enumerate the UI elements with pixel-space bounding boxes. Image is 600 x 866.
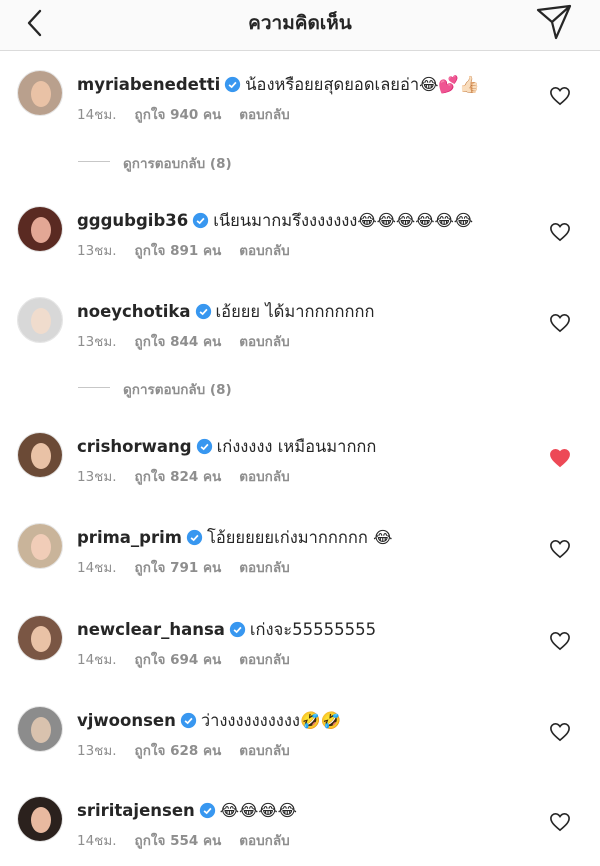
comment-item: gggubgib36 เนียนมากมรึงงงงงงง😂😂😂😂😂😂 13ชม.… xyxy=(0,206,600,276)
verified-badge-icon xyxy=(199,802,215,819)
comment-text: โอ้ยยยยยเก่งมากกกกก 😂 xyxy=(206,528,393,547)
comment-text: เอ้ยยย ได้มากกกกกกก xyxy=(215,302,375,321)
like-heart-icon[interactable] xyxy=(549,812,571,832)
like-heart-icon[interactable] xyxy=(549,222,571,242)
comment-text: น้องหรือยยสุดยอดเลยอ่า😂💕👍🏻 xyxy=(245,75,480,94)
reply-button[interactable]: ตอบกลับ xyxy=(239,334,289,350)
comment-username[interactable]: sriritajensen xyxy=(77,801,195,820)
comment-time: 14ชม. xyxy=(77,560,117,576)
comment-time: 14ชม. xyxy=(77,833,117,849)
like-heart-icon[interactable] xyxy=(549,313,571,333)
reply-button[interactable]: ตอบกลับ xyxy=(239,833,289,849)
comment-likes[interactable]: ถูกใจ 791 คน xyxy=(135,560,222,576)
comment-item: prima_prim โอ้ยยยยยเก่งมากกกกก 😂 14ชม. ถูก… xyxy=(0,523,600,593)
send-direct-icon[interactable] xyxy=(534,2,574,42)
comment-username[interactable]: vjwoonsen xyxy=(77,711,176,730)
avatar[interactable] xyxy=(17,796,63,842)
view-replies-label: ดูการตอบกลับ (8) xyxy=(123,382,232,398)
comment-item: myriabenedetti น้องหรือยยสุดยอดเลยอ่า😂💕👍🏻… xyxy=(0,70,600,140)
verified-badge-icon xyxy=(195,303,211,320)
verified-badge-icon xyxy=(180,712,196,729)
reply-button[interactable]: ตอบกลับ xyxy=(239,652,289,668)
reply-button[interactable]: ตอบกลับ xyxy=(239,107,289,123)
replies-divider xyxy=(78,161,110,162)
page-title: ความคิดเห็น xyxy=(248,12,352,34)
like-heart-icon[interactable] xyxy=(549,631,571,651)
avatar[interactable] xyxy=(17,297,63,343)
comment-item: newclear_hansa เก่งจะ55555555 14ชม. ถูกใจ … xyxy=(0,615,600,685)
comment-time: 13ชม. xyxy=(77,243,117,259)
comment-item: crishorwang เก่งงงงง เหมือนมากกก 13ชม. ถูก… xyxy=(0,432,600,502)
view-replies-button[interactable]: ดูการตอบกลับ (8) xyxy=(78,152,378,172)
comment-text: 😂😂😂😂 xyxy=(219,801,297,820)
comment-username[interactable]: crishorwang xyxy=(77,437,192,456)
comment-likes[interactable]: ถูกใจ 554 คน xyxy=(135,833,222,849)
avatar[interactable] xyxy=(17,706,63,752)
comment-likes[interactable]: ถูกใจ 844 คน xyxy=(135,334,222,350)
comment-text: เก่งจะ55555555 xyxy=(249,620,377,639)
verified-badge-icon xyxy=(196,438,212,455)
reply-button[interactable]: ตอบกลับ xyxy=(239,469,289,485)
comment-time: 13ชม. xyxy=(77,334,117,350)
comment-likes[interactable]: ถูกใจ 891 คน xyxy=(135,243,222,259)
comment-username[interactable]: newclear_hansa xyxy=(77,620,225,639)
avatar[interactable] xyxy=(17,206,63,252)
comment-time: 14ชม. xyxy=(77,107,117,123)
comment-likes[interactable]: ถูกใจ 628 คน xyxy=(135,743,222,759)
comment-text: เนียนมากมรึงงงงงงง😂😂😂😂😂😂 xyxy=(213,211,474,230)
avatar[interactable] xyxy=(17,70,63,116)
verified-badge-icon xyxy=(193,212,209,229)
view-replies-button[interactable]: ดูการตอบกลับ (8) xyxy=(78,378,378,398)
like-heart-icon[interactable] xyxy=(549,722,571,742)
comment-time: 13ชม. xyxy=(77,743,117,759)
comment-username[interactable]: noeychotika xyxy=(77,302,191,321)
comment-time: 14ชม. xyxy=(77,652,117,668)
verified-badge-icon xyxy=(229,621,246,638)
comment-item: noeychotika เอ้ยยย ได้มากกกกกกก 13ชม. ถูกใ… xyxy=(0,297,600,367)
comment-text: เก่งงงงง เหมือนมากกก xyxy=(216,437,377,456)
verified-badge-icon xyxy=(225,76,241,93)
comment-username[interactable]: gggubgib36 xyxy=(77,211,188,230)
reply-button[interactable]: ตอบกลับ xyxy=(239,560,289,576)
comment-item: sriritajensen 😂😂😂😂 14ชม. ถูกใจ 554 คน ตอบกล… xyxy=(0,796,600,866)
like-heart-icon[interactable] xyxy=(549,539,571,559)
comment-likes[interactable]: ถูกใจ 694 คน xyxy=(135,652,222,668)
avatar[interactable] xyxy=(17,432,63,478)
avatar[interactable] xyxy=(17,615,63,661)
reply-button[interactable]: ตอบกลับ xyxy=(239,743,289,759)
liked-heart-icon[interactable] xyxy=(549,448,571,468)
comment-likes[interactable]: ถูกใจ 940 คน xyxy=(135,107,222,123)
comment-likes[interactable]: ถูกใจ 824 คน xyxy=(135,469,222,485)
like-heart-icon[interactable] xyxy=(549,86,571,106)
verified-badge-icon xyxy=(186,529,203,546)
comments-header: ความคิดเห็น xyxy=(0,0,600,51)
replies-divider xyxy=(78,387,110,388)
view-replies-label: ดูการตอบกลับ (8) xyxy=(123,156,232,172)
comment-username[interactable]: myriabenedetti xyxy=(77,75,220,94)
comment-time: 13ชม. xyxy=(77,469,117,485)
avatar[interactable] xyxy=(17,523,63,569)
comment-text: ว่างงงงงงงงงง🤣🤣 xyxy=(200,711,342,730)
reply-button[interactable]: ตอบกลับ xyxy=(239,243,289,259)
comment-username[interactable]: prima_prim xyxy=(77,528,182,547)
comment-item: vjwoonsen ว่างงงงงงงงงง🤣🤣 13ชม. ถูกใจ 628 … xyxy=(0,706,600,776)
